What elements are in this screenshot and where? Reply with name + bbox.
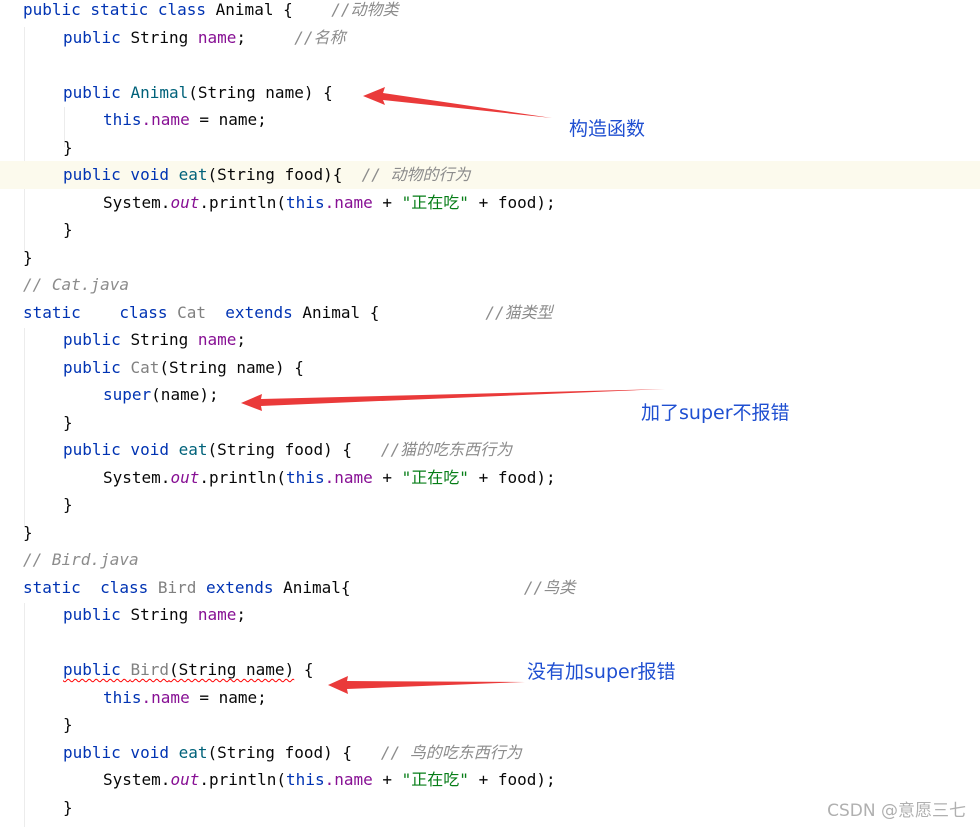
arrow-super-ok — [241, 389, 665, 411]
annotation-arrows — [241, 87, 665, 694]
annotation-constructor: 构造函数 — [569, 118, 646, 140]
annotation-super-ok: 加了super不报错 — [641, 402, 790, 424]
csdn-watermark: CSDN @意愿三七 — [827, 801, 966, 821]
arrow-no-super-error — [328, 676, 525, 694]
annotation-no-super-error: 没有加super报错 — [527, 661, 676, 683]
arrow-constructor — [363, 87, 552, 118]
